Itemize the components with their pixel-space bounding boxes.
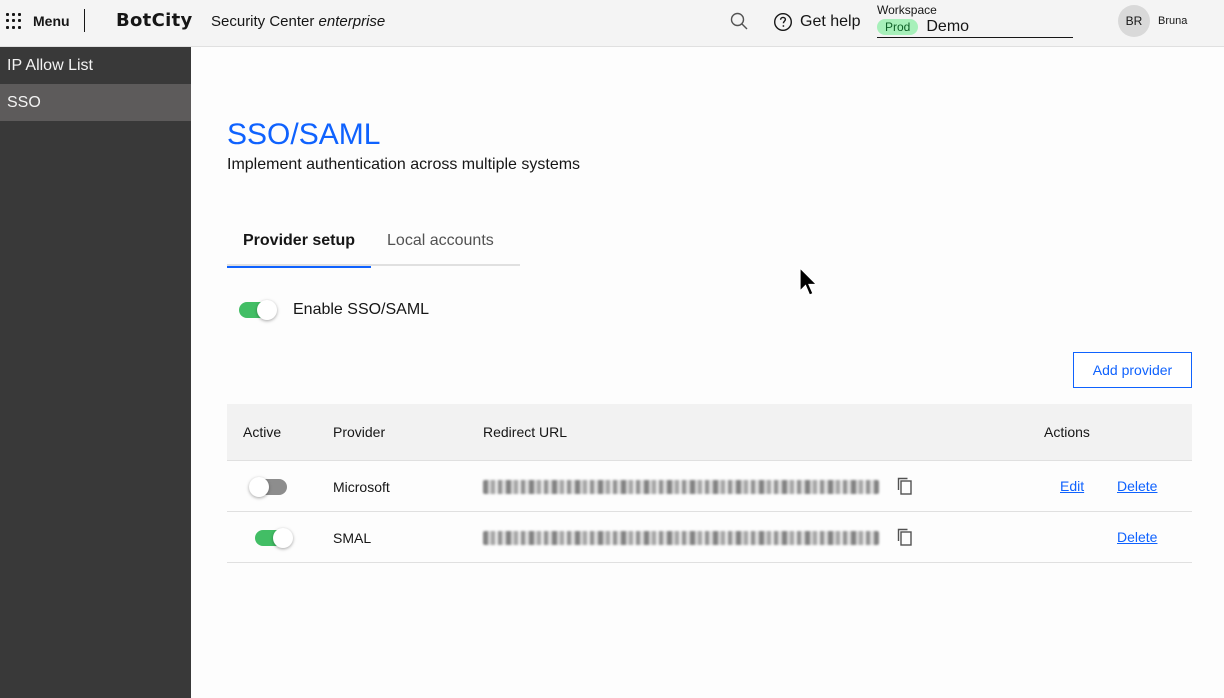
app-edition: enterprise: [318, 13, 386, 30]
redirect-url-redacted: [483, 530, 879, 545]
workspace-label: Workspace: [877, 3, 937, 17]
redirect-url: [483, 461, 879, 512]
provider-name: Microsoft: [333, 478, 390, 495]
sidebar-item-ip-allow-list[interactable]: IP Allow List: [0, 47, 191, 84]
redirect-url: [483, 512, 879, 563]
workspace-selector[interactable]: Workspace Prod Demo: [877, 3, 1073, 38]
get-help-label: Get help: [800, 13, 861, 30]
provider-active-toggle[interactable]: [255, 527, 293, 548]
get-help-button[interactable]: Get help: [773, 11, 860, 33]
enable-sso-row: Enable SSO/SAML: [239, 300, 430, 320]
search-button[interactable]: [729, 11, 749, 31]
add-provider-button[interactable]: Add provider: [1073, 352, 1192, 388]
app-title: Security Center enterprise: [211, 13, 385, 30]
tab-provider-setup[interactable]: Provider setup: [227, 223, 372, 268]
column-header-provider: Provider: [333, 424, 386, 440]
provider-name: SMAL: [333, 529, 372, 546]
column-header-redirect-url: Redirect URL: [483, 424, 568, 440]
user-name[interactable]: Bruna: [1158, 15, 1187, 27]
sidebar: IP Allow List SSO: [0, 47, 191, 698]
copy-icon[interactable]: [895, 476, 915, 496]
page-title: SSO/SAML: [227, 118, 381, 151]
top-bar: Menu BotCity Security Center enterprise …: [0, 0, 1224, 47]
enable-sso-label: Enable SSO/SAML: [293, 301, 430, 318]
tab-list: Provider setup Local accounts: [227, 223, 520, 268]
edit-provider-link[interactable]: Edit: [1060, 478, 1084, 494]
column-header-active: Active: [243, 424, 282, 440]
delete-provider-link[interactable]: Delete: [1117, 478, 1157, 494]
table-header: Active Provider Redirect URL Actions: [227, 404, 1192, 461]
providers-table: Active Provider Redirect URL Actions Mic…: [227, 404, 1192, 563]
row-active-cell: [255, 512, 293, 563]
cursor-icon: [799, 267, 818, 296]
row-active-cell: [249, 461, 287, 512]
column-header-actions: Actions: [1044, 424, 1090, 440]
enable-sso-toggle[interactable]: [239, 300, 277, 320]
botcity-logo[interactable]: BotCity: [116, 10, 193, 31]
environment-badge: Prod: [877, 19, 919, 35]
workspace-name: Demo: [926, 18, 970, 35]
help-icon: [773, 12, 793, 32]
main-content: SSO/SAML Implement authentication across…: [191, 47, 1224, 698]
tab-local-accounts[interactable]: Local accounts: [371, 223, 510, 266]
grid-menu-icon: [6, 13, 22, 29]
search-icon: [730, 12, 748, 30]
user-avatar[interactable]: BR: [1118, 5, 1150, 37]
sidebar-item-sso[interactable]: SSO: [0, 84, 191, 121]
provider-active-toggle[interactable]: [249, 476, 287, 497]
app-name: Security Center: [211, 13, 315, 30]
menu-button[interactable]: Menu: [6, 10, 70, 32]
redirect-url-redacted: [483, 479, 879, 494]
page-subtitle: Implement authentication across multiple…: [227, 156, 581, 173]
menu-label: Menu: [33, 13, 70, 29]
delete-provider-link[interactable]: Delete: [1117, 529, 1157, 545]
copy-icon[interactable]: [895, 527, 915, 547]
table-row: Microsoft Edit Delete: [227, 461, 1192, 512]
table-row: SMAL Delete: [227, 512, 1192, 563]
header-divider: [84, 9, 85, 32]
